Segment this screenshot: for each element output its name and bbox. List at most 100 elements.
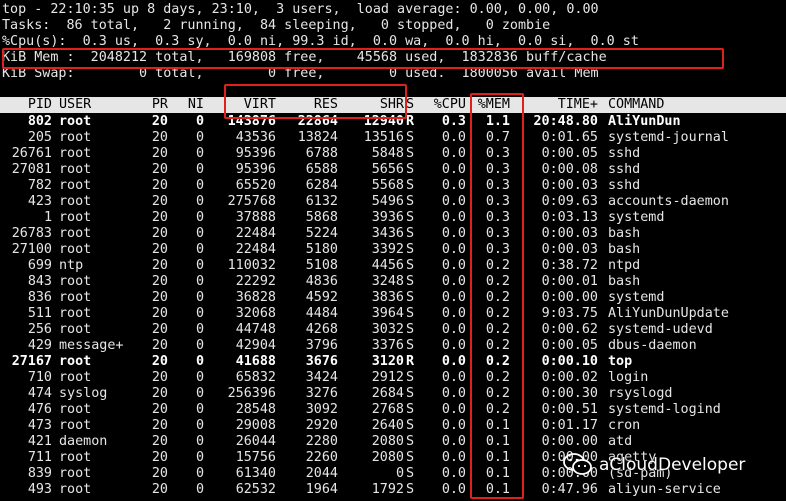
column-header-res: RES (313, 97, 338, 112)
process-time: 0:00.05 (541, 338, 598, 353)
process-time: 0:01.17 (541, 418, 598, 433)
process-res: 2044 (305, 466, 338, 481)
process-mem: 0.2 (485, 274, 510, 289)
process-res: 2920 (305, 418, 338, 433)
process-pid: 27081 (11, 162, 52, 177)
process-row: 836 root 20 0 36828 4592 3836 S 0.0 0.2 0:00.00 sys… (0, 290, 786, 306)
process-cpu: 0.0 (441, 306, 466, 321)
process-pid: 474 (27, 386, 52, 401)
process-s: S (406, 370, 415, 385)
process-s: S (406, 242, 415, 257)
process-command: ntpd (608, 258, 641, 273)
process-shr: 5848 (371, 146, 404, 161)
process-res: 4484 (305, 306, 338, 321)
process-cpu: 0.0 (441, 194, 466, 209)
process-cpu: 0.0 (441, 466, 466, 481)
process-shr: 12940 (363, 114, 404, 129)
process-pid: 1 (43, 210, 52, 225)
process-cpu: 0.0 (441, 274, 466, 289)
process-s: S (406, 178, 415, 193)
process-pid: 476 (27, 402, 52, 417)
process-virt: 22484 (235, 242, 276, 257)
process-shr: 2080 (371, 450, 404, 465)
process-user: root (59, 482, 92, 497)
process-user: root (59, 466, 92, 481)
process-pid: 26761 (11, 146, 52, 161)
process-time: 0:00.03 (541, 178, 598, 193)
process-time: 0:01.65 (541, 130, 598, 145)
process-mem: 0.2 (485, 370, 510, 385)
process-virt: 15756 (235, 450, 276, 465)
process-mem: 0.3 (485, 146, 510, 161)
process-cpu: 0.0 (441, 178, 466, 193)
process-pr: 20 (151, 338, 168, 353)
process-pr: 20 (151, 306, 168, 321)
process-mem: 0.7 (485, 130, 510, 145)
process-shr: 1792 (371, 482, 404, 497)
process-cpu: 0.0 (441, 418, 466, 433)
process-mem: 0.3 (485, 226, 510, 241)
process-mem: 0.2 (485, 322, 510, 337)
process-cpu: 0.0 (441, 434, 466, 449)
process-row: 26761 root 20 0 95396 6788 5848 S 0.0 0.3 0:00.05 s… (0, 146, 786, 162)
process-shr: 3836 (371, 290, 404, 305)
process-pid: 27167 (11, 354, 52, 369)
process-cpu: 0.0 (441, 338, 466, 353)
process-mem: 0.1 (485, 466, 510, 481)
process-res: 4836 (305, 274, 338, 289)
process-command: top (608, 354, 633, 369)
mem-line: KiB Mem : 2048212 total, 169808 free, 45… (2, 50, 607, 65)
process-mem: 0.1 (485, 434, 510, 449)
process-shr: 0 (395, 466, 404, 481)
process-row: 205 root 20 0 43536 13824 13516 S 0.0 0.7 0:01.65 s… (0, 130, 786, 146)
process-row: 511 root 20 0 32068 4484 3964 S 0.0 0.2 9:03.75 Ali… (0, 306, 786, 322)
process-s: S (406, 226, 415, 241)
column-header-virt: VIRT (243, 97, 276, 112)
process-cpu: 0.0 (441, 450, 466, 465)
column-header-mem: %MEM (477, 97, 510, 112)
process-shr: 5656 (371, 162, 404, 177)
terminal-window[interactable]: top - 22:10:35 up 8 days, 23:10, 3 users… (0, 0, 786, 501)
process-shr: 3120 (371, 354, 404, 369)
process-pid: 839 (27, 466, 52, 481)
process-res: 5180 (305, 242, 338, 257)
watermark: aCloudDeveloper (563, 452, 745, 478)
process-virt: 22292 (235, 274, 276, 289)
process-res: 3424 (305, 370, 338, 385)
process-shr: 3032 (371, 322, 404, 337)
process-row: 1 root 20 0 37888 5868 3936 S 0.0 0.3 0:03.13 syste… (0, 210, 786, 226)
process-pr: 20 (151, 466, 168, 481)
process-res: 13824 (297, 130, 338, 145)
process-row: 474 syslog 20 0 256396 3276 2684 S 0.0 0.2 0:00.30… (0, 386, 786, 402)
process-virt: 143876 (227, 114, 276, 129)
process-pid: 711 (27, 450, 52, 465)
process-pr: 20 (151, 258, 168, 273)
process-user: root (59, 402, 92, 417)
process-shr: 3376 (371, 338, 404, 353)
uptime-line: top - 22:10:35 up 8 days, 23:10, 3 users… (2, 2, 599, 17)
process-user: root (59, 370, 92, 385)
process-shr: 5496 (371, 194, 404, 209)
process-pid: 710 (27, 370, 52, 385)
process-pr: 20 (151, 274, 168, 289)
process-mem: 0.2 (485, 306, 510, 321)
process-cpu: 0.0 (441, 146, 466, 161)
process-time: 0:47.96 (541, 482, 598, 497)
process-shr: 4456 (371, 258, 404, 273)
process-row: 423 root 20 0 275768 6132 5496 S 0.0 0.3 0:09.63 ac… (0, 194, 786, 210)
process-res: 6132 (305, 194, 338, 209)
process-pr: 20 (151, 226, 168, 241)
process-s: S (406, 434, 415, 449)
process-virt: 32068 (235, 306, 276, 321)
process-row: 843 root 20 0 22292 4836 3248 S 0.0 0.2 0:00.01 bas… (0, 274, 786, 290)
process-ni: 0 (195, 290, 204, 305)
process-shr: 2768 (371, 402, 404, 417)
process-ni: 0 (195, 306, 204, 321)
process-cpu: 0.0 (441, 386, 466, 401)
process-command: systemd-journal (608, 130, 729, 145)
process-ni: 0 (195, 338, 204, 353)
process-command: aliyun-service (608, 482, 721, 497)
process-res: 2280 (305, 434, 338, 449)
process-command: cron (608, 418, 641, 433)
process-pr: 20 (151, 210, 168, 225)
